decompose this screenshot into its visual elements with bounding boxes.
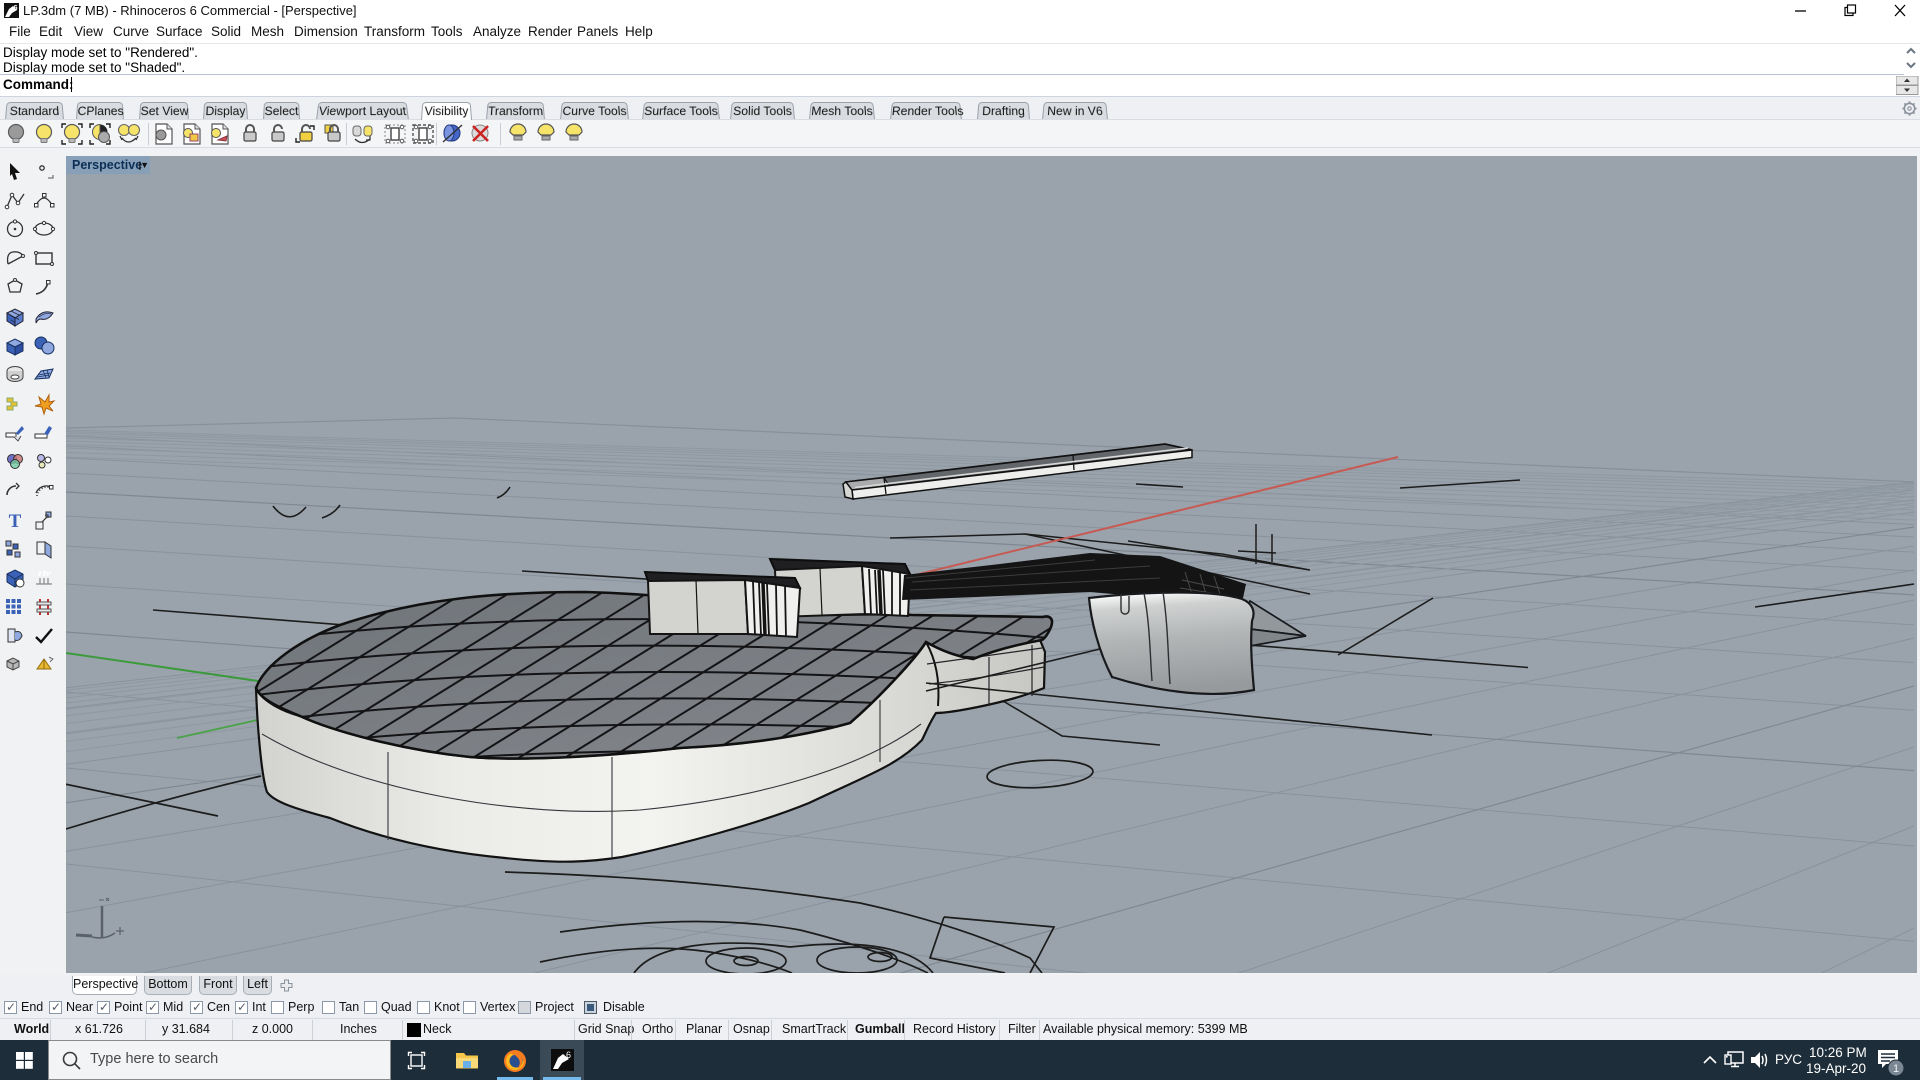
svg-text:T: T [9,511,22,532]
svg-text:6: 6 [13,3,17,12]
svg-text:6: 6 [566,1050,571,1060]
svg-text:1: 1 [1893,1063,1899,1075]
